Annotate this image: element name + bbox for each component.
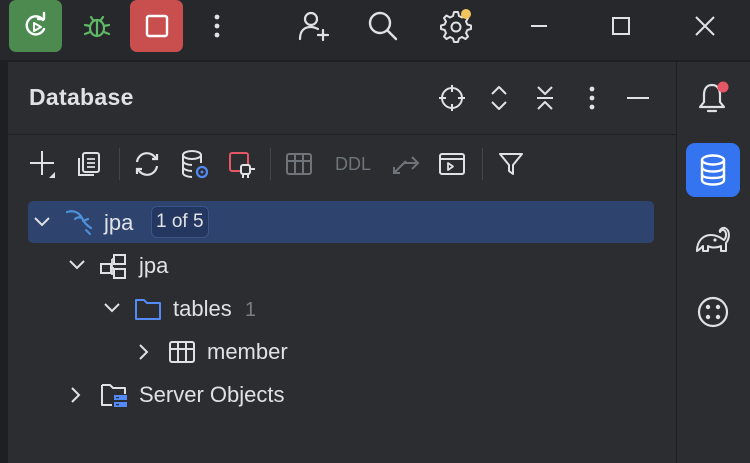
add-collaborator-button[interactable] <box>287 0 341 52</box>
search-everywhere-button[interactable] <box>356 0 410 52</box>
expand-all-icon <box>491 86 507 110</box>
gradle-tool-button[interactable] <box>686 213 740 267</box>
panel-title: Database <box>29 84 134 110</box>
toolbar-separator <box>270 148 271 180</box>
copy-button[interactable] <box>71 146 107 182</box>
refresh-icon <box>135 152 159 176</box>
more-tool-windows-button[interactable] <box>686 285 740 339</box>
schema-label[interactable]: jpa <box>139 253 168 279</box>
folder-icon <box>133 294 163 324</box>
minimize-icon <box>531 25 547 27</box>
rerun-button[interactable] <box>9 0 62 52</box>
close-icon <box>695 16 715 36</box>
panel-options-button[interactable] <box>574 80 610 116</box>
tables-folder-label[interactable]: tables 1 <box>173 296 256 322</box>
stop-icon <box>145 14 168 38</box>
data-source-properties-button[interactable] <box>177 146 213 182</box>
more-vertical-icon <box>214 14 220 38</box>
expand-all-button[interactable] <box>481 80 517 116</box>
mysql-datasource-icon <box>64 206 94 236</box>
open-console-button[interactable] <box>434 146 470 182</box>
server-objects-icon <box>99 380 129 410</box>
database-icon <box>700 154 726 186</box>
notifications-button[interactable] <box>686 71 740 125</box>
chevron-right-icon[interactable] <box>66 385 86 405</box>
more-vertical-icon <box>589 86 595 110</box>
datasource-label[interactable]: jpa <box>104 210 133 236</box>
search-icon <box>368 11 398 41</box>
schema-count-badge[interactable]: 1 of 5 <box>151 206 209 238</box>
collapse-all-button[interactable] <box>527 80 563 116</box>
locate-icon <box>439 85 465 111</box>
collapse-all-icon <box>537 86 553 110</box>
database-tool-button[interactable] <box>686 143 740 197</box>
notifications-icon <box>698 81 729 113</box>
add-data-source-button[interactable] <box>26 146 62 182</box>
settings-button[interactable] <box>428 0 482 52</box>
debug-button[interactable] <box>70 0 124 52</box>
panel-edge <box>0 62 8 463</box>
tables-count: 1 <box>244 299 256 321</box>
run-icon <box>25 11 45 36</box>
server-objects-label[interactable]: Server Objects <box>139 382 285 408</box>
schema-icon <box>99 252 129 282</box>
disconnect-button[interactable] <box>224 146 260 182</box>
stop-button[interactable] <box>130 0 183 52</box>
gradle-icon <box>696 226 730 252</box>
header-divider <box>8 134 676 135</box>
disconnect-icon <box>229 152 255 178</box>
chevron-down-icon[interactable] <box>32 212 52 232</box>
more-actions-button[interactable] <box>190 0 244 52</box>
table-editor-button[interactable] <box>281 146 317 182</box>
hide-panel-button[interactable] <box>620 80 656 116</box>
more-tools-icon <box>697 296 729 328</box>
add-icon <box>30 151 55 178</box>
jump-to-source-button[interactable] <box>388 146 424 182</box>
window-maximize-button[interactable] <box>594 0 648 52</box>
member-table-label[interactable]: member <box>207 339 288 365</box>
console-icon <box>439 153 465 175</box>
filter-button[interactable] <box>493 146 529 182</box>
toolbar-separator <box>119 148 120 180</box>
data-source-properties-icon <box>182 150 209 179</box>
tables-label: tables <box>173 296 232 321</box>
settings-icon <box>440 9 472 43</box>
jump-icon <box>393 156 420 174</box>
chevron-down-icon[interactable] <box>67 255 87 275</box>
chevron-down-icon[interactable] <box>102 298 122 318</box>
window-close-button[interactable] <box>678 0 732 52</box>
hide-icon <box>627 97 649 99</box>
table-view-icon <box>286 153 312 175</box>
locate-button[interactable] <box>434 80 470 116</box>
add-user-icon <box>298 11 330 42</box>
chevron-right-icon[interactable] <box>134 342 154 362</box>
toolbar-separator <box>482 148 483 180</box>
ddl-icon: DDL <box>334 153 371 174</box>
ddl-button[interactable]: DDL <box>330 146 376 182</box>
refresh-button[interactable] <box>129 146 165 182</box>
filter-icon <box>499 153 523 175</box>
copy-icon <box>78 152 100 176</box>
window-minimize-button[interactable] <box>512 0 566 52</box>
table-icon <box>167 337 197 367</box>
maximize-icon <box>612 17 630 35</box>
debug-icon <box>83 15 111 38</box>
